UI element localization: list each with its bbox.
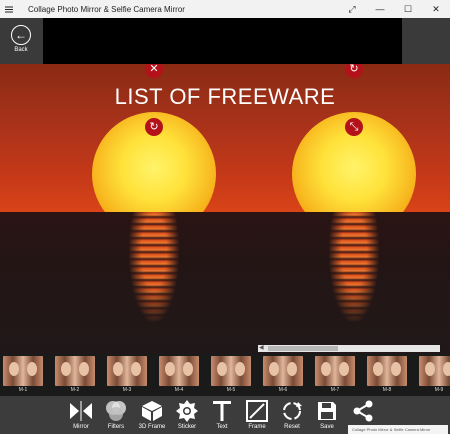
taskbar-tooltip: Collage Photo Mirror & Selfie Camera Mir… <box>348 425 448 434</box>
back-arrow-glyph: ← <box>15 28 27 42</box>
text-icon <box>210 399 234 423</box>
window-controls: ⤢ — ☐ ✕ <box>338 0 450 18</box>
minimize-button[interactable]: — <box>366 0 394 18</box>
fullscreen-icon[interactable]: ⤢ <box>338 0 366 18</box>
rotate-sticker-icon[interactable]: ↻ <box>145 118 163 136</box>
sun-reflection-left <box>114 212 194 342</box>
thumbnail-label: M-4 <box>174 387 184 393</box>
thumbnail-image <box>3 356 43 386</box>
sticker-button[interactable]: Sticker <box>170 399 204 433</box>
mirror-thumbnail[interactable]: M-2 <box>55 356 95 394</box>
back-label: Back <box>14 47 28 53</box>
save-button[interactable]: Save <box>310 399 344 433</box>
back-button[interactable]: ← Back <box>8 25 34 61</box>
filters-label: Filters <box>107 424 125 430</box>
filters-icon <box>104 399 128 423</box>
mirror-thumbnail[interactable]: M-1 <box>3 356 43 394</box>
text-button[interactable]: Text <box>205 399 239 433</box>
mirror-thumbnail[interactable]: M-4 <box>159 356 199 394</box>
frame-icon <box>245 399 269 423</box>
text-label: Text <box>216 424 228 430</box>
cube-icon <box>140 399 164 423</box>
mirror-thumbnail[interactable]: M-8 <box>367 356 407 394</box>
scroll-left-icon[interactable]: ◀ <box>259 345 264 352</box>
thumbnail-image <box>211 356 251 386</box>
sticker-label: Sticker <box>177 424 197 430</box>
share-icon <box>351 399 375 423</box>
save-icon <box>315 399 339 423</box>
mirror-label: Mirror <box>73 424 89 430</box>
thumbnail-label: M-6 <box>278 387 288 393</box>
thumbnail-label: M-1 <box>18 387 28 393</box>
thumbnail-label: M-5 <box>226 387 236 393</box>
thumbnail-image <box>55 356 95 386</box>
thumbnail-image <box>107 356 147 386</box>
mirror-thumbnail-strip: M-1 M-2 M-3 M-4 M-5 M-6 M-7 M-8 M-9 <box>0 354 450 396</box>
thumbnail-scrollbar[interactable]: ◀ <box>258 345 440 352</box>
sticker-icon <box>175 399 199 423</box>
reset-icon <box>280 399 304 423</box>
maximize-button[interactable]: ☐ <box>394 0 422 18</box>
close-button[interactable]: ✕ <box>422 0 450 18</box>
thumbnail-label: M-9 <box>434 387 444 393</box>
thumbnail-image <box>159 356 199 386</box>
save-label: Save <box>320 424 334 430</box>
reset-button[interactable]: Reset <box>275 399 309 433</box>
ad-banner <box>43 18 402 64</box>
overlay-text[interactable]: LIST OF FREEWARE <box>0 84 450 110</box>
3d-frame-button[interactable]: 3D Frame <box>135 399 169 433</box>
thumbnail-label: M-7 <box>330 387 340 393</box>
thumbnail-image <box>367 356 407 386</box>
thumbnail-label: M-3 <box>122 387 132 393</box>
mirror-thumbnail[interactable]: M-9 <box>419 356 450 394</box>
mirror-thumbnail[interactable]: M-5 <box>211 356 251 394</box>
thumbnail-label: M-8 <box>382 387 392 393</box>
resize-handle-icon[interactable]: ⤡ <box>345 118 363 136</box>
window-title: Collage Photo Mirror & Selfie Camera Mir… <box>28 4 185 14</box>
photo-canvas[interactable]: LIST OF FREEWARE ✕ ↻ ↻ ⤡ <box>0 64 450 354</box>
title-bar: Collage Photo Mirror & Selfie Camera Mir… <box>0 0 450 18</box>
reset-label: Reset <box>284 424 300 430</box>
3d-frame-label: 3D Frame <box>138 424 166 430</box>
hamburger-menu-icon[interactable] <box>0 0 18 18</box>
mirror-thumbnail[interactable]: M-7 <box>315 356 355 394</box>
mirror-button[interactable]: Mirror <box>64 399 98 433</box>
back-arrow-icon: ← <box>11 25 31 45</box>
mirror-thumbnail[interactable]: M-6 <box>263 356 303 394</box>
header-bar: ← Back <box>0 18 450 64</box>
thumbnail-image <box>263 356 303 386</box>
scrollbar-thumb[interactable] <box>268 346 338 351</box>
frame-button[interactable]: Frame <box>240 399 274 433</box>
thumbnail-image <box>419 356 450 386</box>
thumbnail-image <box>315 356 355 386</box>
filters-button[interactable]: Filters <box>99 399 133 433</box>
frame-label: Frame <box>248 424 266 430</box>
mirror-icon <box>69 399 93 423</box>
thumbnail-label: M-2 <box>70 387 80 393</box>
sun-reflection-right <box>314 212 394 342</box>
mirror-thumbnail[interactable]: M-3 <box>107 356 147 394</box>
